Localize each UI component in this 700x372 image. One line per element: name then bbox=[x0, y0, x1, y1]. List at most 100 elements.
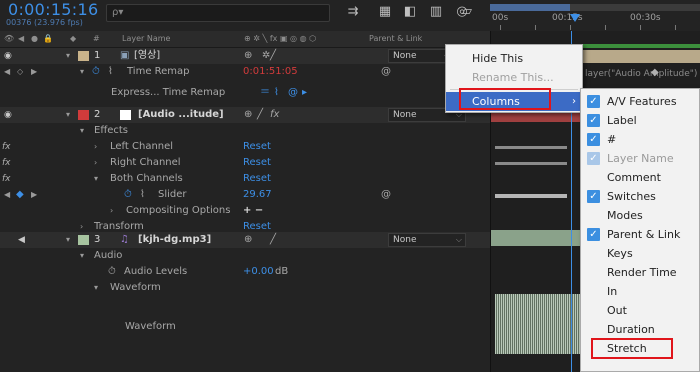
shy-switch-icon[interactable]: ⊕ bbox=[244, 232, 252, 248]
checkbox-icon: ✓ bbox=[587, 95, 600, 108]
expression-graph-icon[interactable]: ⌇ bbox=[274, 85, 279, 101]
label-color-chip[interactable] bbox=[78, 110, 89, 120]
playhead-handle[interactable] bbox=[570, 14, 580, 22]
pickwhip-spiral-icon[interactable]: @ bbox=[381, 187, 391, 203]
next-keyframe-icon[interactable]: ▶ bbox=[31, 64, 37, 80]
current-time-display[interactable]: 0:00:15:16 bbox=[8, 0, 98, 19]
layer-name[interactable]: [kjh-dg.mp3] bbox=[138, 232, 211, 248]
layer-number: 3 bbox=[94, 234, 101, 245]
audio-file-icon: ♫ bbox=[120, 234, 129, 245]
slider-value[interactable]: 29.67 bbox=[243, 187, 272, 203]
shy-switch-icon[interactable]: ⊕ bbox=[244, 107, 252, 123]
reset-link[interactable]: Reset bbox=[243, 171, 271, 187]
menu-item-hide-this[interactable]: Hide This bbox=[446, 49, 582, 68]
time-remap-value[interactable]: 0:01:51:05 bbox=[243, 64, 298, 80]
expand-chevron-icon[interactable]: ▾ bbox=[94, 171, 98, 187]
layer-name-column[interactable]: Layer Name bbox=[122, 34, 170, 43]
parent-dropdown[interactable]: None bbox=[388, 233, 466, 247]
audio-speaker-icon[interactable]: ◀ bbox=[18, 232, 25, 248]
layer-row-2[interactable]: ◉ ▾ 2 [Audio ...itude] ⊕ ╱ fx None bbox=[0, 107, 490, 123]
quality-switch-icon[interactable]: ╱ bbox=[270, 232, 276, 248]
expand-chevron-icon[interactable]: ▾ bbox=[94, 280, 98, 296]
label-color-chip[interactable] bbox=[78, 235, 89, 245]
video-eye-icon[interactable]: ◉ bbox=[4, 48, 12, 64]
layer-row-1[interactable]: ◉ ▾ 1 ▣ [영상] ⊕ ✲ ╱ None bbox=[0, 48, 490, 64]
expression-enable-icon[interactable]: ＝ bbox=[260, 85, 270, 101]
graph-editor-icon[interactable]: ▱ bbox=[458, 4, 476, 20]
fx-toggle-icon[interactable]: fx bbox=[2, 155, 11, 171]
comp-flowchart-icon[interactable]: ⇉ bbox=[344, 4, 362, 20]
column-option-switches[interactable]: ✓ Switches bbox=[581, 187, 699, 206]
column-option-label[interactable]: ✓ Label bbox=[581, 111, 699, 130]
layer-name[interactable]: [Audio ...itude] bbox=[138, 107, 224, 123]
slider-row: ◀ ◆ ▶ ⏱ ⌇ Slider 29.67 @ bbox=[0, 187, 490, 203]
column-option-keys[interactable]: Keys bbox=[581, 244, 699, 263]
expand-chevron-icon[interactable]: ▾ bbox=[66, 232, 70, 248]
expand-chevron-icon[interactable]: ▾ bbox=[80, 64, 84, 80]
prev-keyframe-icon[interactable]: ◀ bbox=[4, 187, 10, 203]
layer-name[interactable]: [영상] bbox=[134, 48, 160, 64]
column-option-comment[interactable]: Comment bbox=[581, 168, 699, 187]
audio-levels-value[interactable]: +0.00 bbox=[243, 264, 274, 280]
parent-link-column[interactable]: Parent & Link bbox=[369, 34, 422, 43]
quality-switch-icon[interactable]: ╱ bbox=[270, 48, 276, 64]
fx-switch-icon[interactable]: fx bbox=[270, 107, 279, 123]
ruler-tick bbox=[605, 25, 606, 30]
stopwatch-icon[interactable]: ⏱ bbox=[124, 187, 132, 203]
time-ruler[interactable]: 00s 00:15s 00:30s bbox=[490, 0, 700, 30]
stopwatch-icon[interactable]: ⏱ bbox=[108, 264, 116, 280]
group-label: Audio bbox=[94, 250, 123, 261]
expression-menu-icon[interactable]: ▸ bbox=[302, 85, 307, 101]
prev-keyframe-icon[interactable]: ◀ bbox=[4, 64, 10, 80]
reset-link[interactable]: Reset bbox=[243, 139, 271, 155]
column-option-number[interactable]: ✓ # bbox=[581, 130, 699, 149]
column-header-row[interactable]: 👁 ◀ ● 🔒 ◆ # Layer Name ⊕ ✲ ╲ fx ▣ ◎ ◍ ⬡ … bbox=[0, 31, 490, 48]
add-remove-mask-buttons[interactable]: + − bbox=[243, 203, 263, 219]
column-option-out[interactable]: Out bbox=[581, 301, 699, 320]
search-icon: ρ▾ bbox=[112, 7, 124, 18]
ruler-tick bbox=[500, 25, 501, 30]
quality-switch-icon[interactable]: ╱ bbox=[257, 107, 263, 123]
fx-toggle-icon[interactable]: fx bbox=[2, 171, 11, 187]
frame-blending-icon[interactable]: ▥ bbox=[427, 4, 445, 20]
graph-icon: ⌇ bbox=[140, 189, 145, 200]
group-label: Waveform bbox=[110, 282, 161, 293]
add-keyframe-icon[interactable]: ◇ bbox=[17, 64, 23, 80]
column-option-av-features[interactable]: ✓ A/V Features bbox=[581, 92, 699, 111]
work-area-bar[interactable] bbox=[490, 4, 700, 11]
keyframe-diamond-icon[interactable]: ◆ bbox=[651, 67, 659, 78]
expression-label: Express... Time Remap bbox=[111, 87, 226, 98]
column-option-in[interactable]: In bbox=[581, 282, 699, 301]
expand-chevron-icon[interactable]: ▾ bbox=[66, 48, 70, 64]
column-option-duration[interactable]: Duration bbox=[581, 320, 699, 339]
expand-chevron-icon[interactable]: ▾ bbox=[80, 123, 84, 139]
shy-layers-icon[interactable]: ◧ bbox=[401, 4, 419, 20]
video-eye-icon[interactable]: ◉ bbox=[4, 107, 12, 123]
column-option-modes[interactable]: Modes bbox=[581, 206, 699, 225]
next-keyframe-icon[interactable]: ▶ bbox=[31, 187, 37, 203]
layer-search-input[interactable]: ρ▾ bbox=[106, 4, 330, 22]
keyframe-diamond-icon[interactable]: ◆ bbox=[16, 187, 24, 203]
expand-chevron-icon[interactable]: ▾ bbox=[66, 107, 70, 123]
fx-toggle-icon[interactable]: fx bbox=[2, 139, 11, 155]
expand-chevron-icon[interactable]: › bbox=[94, 155, 97, 171]
timeline-top-bar: 0:00:15:16 00376 (23.976 fps) ρ▾ ⇉ ▦ ◧ ▥… bbox=[0, 0, 700, 30]
shy-switch-icon[interactable]: ⊕ bbox=[244, 48, 252, 64]
stopwatch-icon[interactable]: ⏱ bbox=[92, 64, 100, 80]
reset-link[interactable]: Reset bbox=[243, 155, 271, 171]
audio-levels-row: ⏱ Audio Levels +0.00 dB bbox=[0, 264, 490, 280]
pickwhip-spiral-icon[interactable]: @ bbox=[381, 64, 391, 80]
property-name: Audio Levels bbox=[124, 266, 188, 277]
draft-3d-icon[interactable]: ▦ bbox=[376, 4, 394, 20]
expand-chevron-icon[interactable]: › bbox=[94, 139, 97, 155]
column-option-render-time[interactable]: Render Time bbox=[581, 263, 699, 282]
layer-row-3[interactable]: ◀ ▾ 3 ♫ [kjh-dg.mp3] ⊕ ╱ None bbox=[0, 232, 490, 248]
expand-chevron-icon[interactable]: ▾ bbox=[80, 248, 84, 264]
expression-row: Express... Time Remap ＝ ⌇ @ ▸ bbox=[0, 85, 490, 101]
expression-pickwhip-icon[interactable]: @ bbox=[288, 85, 298, 101]
label-color-chip[interactable] bbox=[78, 51, 89, 61]
footage-thumbnail-icon: ▣ bbox=[120, 50, 130, 61]
column-option-parent-link[interactable]: ✓ Parent & Link bbox=[581, 225, 699, 244]
expand-chevron-icon[interactable]: › bbox=[110, 203, 113, 219]
property-name: Time Remap bbox=[127, 66, 190, 77]
